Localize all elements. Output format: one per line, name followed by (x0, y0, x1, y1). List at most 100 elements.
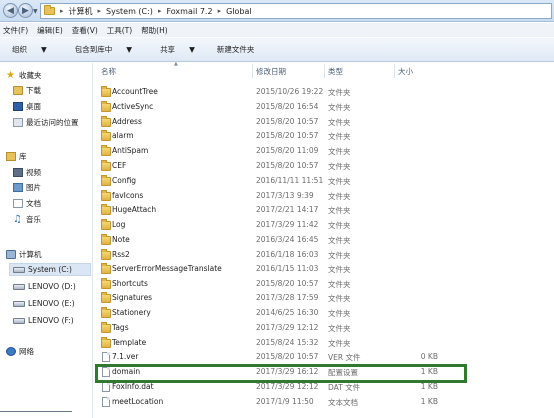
nav-documents[interactable]: 文档 (13, 197, 41, 210)
back-button[interactable]: ◀ (3, 3, 18, 18)
file-name: HugeAttach (112, 205, 157, 214)
folder-icon (101, 160, 111, 171)
breadcrumb-separator-icon[interactable]: ▸ (218, 7, 222, 15)
network-icon (6, 347, 16, 356)
file-row[interactable]: Template 2015/8/24 15:32 文件夹 (95, 337, 554, 351)
file-date: 2017/3/28 17:59 (256, 293, 319, 302)
file-type: 文件夹 (328, 251, 351, 260)
recent-pages-dropdown-icon[interactable]: ▼ (33, 8, 38, 15)
file-row[interactable]: Signatures 2017/3/28 17:59 文件夹 (95, 292, 554, 306)
breadcrumb-global[interactable]: Global (226, 7, 252, 16)
file-row[interactable]: Stationery 2014/6/25 16:30 文件夹 (95, 307, 554, 321)
file-row[interactable]: 7.1.ver 2015/8/20 10:57 VER 文件 0 KB (95, 351, 554, 365)
file-row[interactable]: favIcons 2017/3/13 9:39 文件夹 (95, 190, 554, 204)
nav-drive-e-label: LENOVO (E:) (28, 299, 75, 308)
file-row[interactable]: Address 2015/8/20 10:57 文件夹 (95, 116, 554, 130)
file-name: FoxInfo.dat (112, 382, 154, 391)
nav-drive-e[interactable]: LENOVO (E:) (13, 297, 75, 310)
file-row[interactable]: meetLocation 2017/1/9 11:50 文本文档 1 KB (95, 396, 554, 410)
include-library-button[interactable]: 包含到库中 ▼ (69, 44, 140, 55)
nav-pictures[interactable]: 图片 (13, 181, 41, 194)
file-type: 文件夹 (328, 192, 351, 201)
file-date: 2017/3/29 12:12 (256, 323, 319, 332)
menu-edit[interactable]: 编辑(E) (37, 25, 63, 36)
nav-favorites[interactable]: ★ 收藏夹 (6, 69, 42, 82)
menu-help[interactable]: 帮助(H) (141, 25, 168, 36)
folder-icon (101, 101, 111, 112)
file-name: Signatures (112, 293, 153, 302)
file-date: 2017/3/29 12:12 (256, 382, 319, 391)
file-date: 2015/8/20 11:09 (256, 146, 319, 155)
nav-computer[interactable]: 计算机 (6, 248, 42, 261)
chevron-down-icon: ▼ (126, 45, 133, 54)
column-header-type[interactable]: 类型 (328, 66, 343, 77)
nav-network[interactable]: 网络 (6, 345, 34, 358)
address-field[interactable]: ▸ 计算机 ▸ System (C:) ▸ Foxmail 7.2 ▸ Glob… (40, 3, 552, 19)
share-button[interactable]: 共享 ▼ (154, 44, 203, 55)
nav-videos[interactable]: 视频 (13, 166, 41, 179)
file-size: 1 KB (420, 397, 438, 406)
file-type: 文件夹 (328, 280, 351, 289)
nav-music[interactable]: ♫ 音乐 (13, 213, 41, 226)
file-row[interactable]: AccountTree 2015/10/26 19:22 文件夹 (95, 86, 554, 100)
file-type: 文件夹 (328, 177, 351, 186)
column-header-size[interactable]: 大小 (398, 66, 413, 77)
breadcrumb-computer[interactable]: 计算机 (69, 6, 93, 17)
file-name: Shortcuts (112, 279, 148, 288)
file-row[interactable]: alarm 2015/8/20 10:57 文件夹 (95, 130, 554, 144)
file-row[interactable]: FoxInfo.dat 2017/3/29 12:12 DAT 文件 1 KB (95, 381, 554, 395)
file-row[interactable]: CEF 2015/8/20 10:57 文件夹 (95, 160, 554, 174)
column-divider[interactable] (394, 64, 395, 78)
file-row[interactable]: Tags 2017/3/29 12:12 文件夹 (95, 322, 554, 336)
desktop-icon (13, 102, 23, 111)
file-row[interactable]: ServerErrorMessageTranslate 2016/1/15 11:… (95, 263, 554, 277)
nav-downloads[interactable]: 下载 (13, 84, 41, 97)
file-row[interactable]: Log 2017/3/29 11:42 文件夹 (95, 219, 554, 233)
forward-button[interactable]: ▶ (18, 3, 33, 18)
file-date: 2016/1/18 16:03 (256, 250, 319, 259)
chevron-down-icon: ▼ (189, 45, 195, 54)
file-row[interactable]: Note 2016/3/24 16:45 文件夹 (95, 234, 554, 248)
highlight-box (95, 364, 467, 383)
menu-view[interactable]: 查看(V) (72, 25, 98, 36)
breadcrumb-separator-icon[interactable]: ▸ (60, 7, 64, 15)
file-type: 文件夹 (328, 294, 351, 303)
nav-libraries[interactable]: 库 (6, 150, 27, 163)
menu-tools[interactable]: 工具(T) (107, 25, 132, 36)
menu-file[interactable]: 文件(F) (3, 25, 28, 36)
nav-drive-d[interactable]: LENOVO (D:) (13, 280, 76, 293)
nav-drive-f[interactable]: LENOVO (F:) (13, 314, 74, 327)
nav-desktop[interactable]: 桌面 (13, 100, 41, 113)
column-divider[interactable] (324, 64, 325, 78)
organize-button[interactable]: 组织 ▼ (6, 44, 55, 55)
breadcrumb-separator-icon[interactable]: ▸ (158, 7, 162, 15)
file-type: 文件夹 (328, 147, 351, 156)
nav-libraries-label: 库 (19, 152, 27, 161)
breadcrumb-foxmail[interactable]: Foxmail 7.2 (166, 7, 212, 16)
file-type: 文本文档 (328, 398, 358, 407)
breadcrumb-separator-icon[interactable]: ▸ (98, 7, 102, 15)
file-type: 文件夹 (328, 103, 351, 112)
file-row[interactable]: ActiveSync 2015/8/20 16:54 文件夹 (95, 101, 554, 115)
column-header-name[interactable]: 名称 (101, 66, 116, 77)
nav-documents-label: 文档 (26, 199, 41, 208)
breadcrumb-system-c[interactable]: System (C:) (106, 7, 153, 16)
document-icon (13, 199, 23, 208)
file-row[interactable]: HugeAttach 2017/2/21 14:17 文件夹 (95, 204, 554, 218)
column-header-date[interactable]: 修改日期 (256, 66, 286, 77)
file-row[interactable]: Rss2 2016/1/18 16:03 文件夹 (95, 249, 554, 263)
folder-icon (101, 130, 111, 141)
file-date: 2015/8/20 10:57 (256, 131, 319, 140)
file-type: 文件夹 (328, 339, 351, 348)
include-library-label: 包含到库中 (74, 45, 113, 54)
file-row[interactable]: Shortcuts 2015/8/20 10:57 文件夹 (95, 278, 554, 292)
nav-drive-c[interactable]: System (C:) (9, 263, 91, 276)
file-name: favIcons (112, 191, 144, 200)
file-icon (102, 397, 110, 407)
new-folder-button[interactable]: 新建文件夹 (217, 44, 255, 55)
file-row[interactable]: Config 2016/11/11 11:51 文件夹 (95, 175, 554, 189)
column-divider[interactable] (252, 64, 253, 78)
nav-recent-places[interactable]: 最近访问的位置 (13, 116, 79, 129)
file-row[interactable]: AntiSpam 2015/8/20 11:09 文件夹 (95, 145, 554, 159)
file-name: 7.1.ver (112, 352, 139, 361)
